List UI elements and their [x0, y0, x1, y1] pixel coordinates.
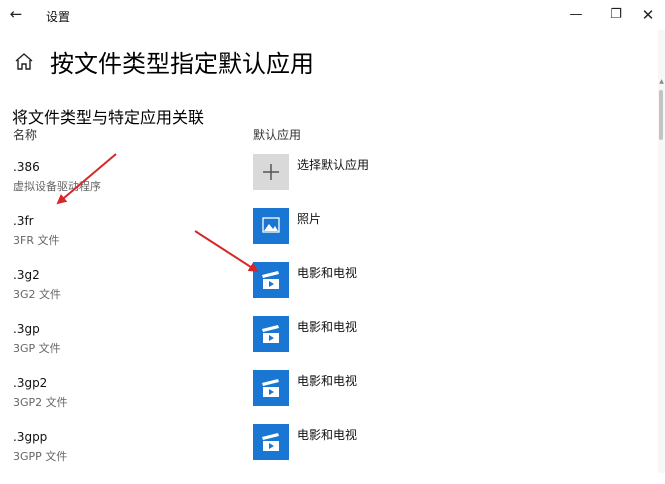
default-app-button[interactable]: 照片	[253, 208, 553, 248]
window-title: 设置	[46, 10, 71, 24]
default-app-button[interactable]: 电影和电视	[253, 316, 553, 356]
home-icon[interactable]	[14, 52, 34, 72]
list-item: .3fr 3FR 文件 照片	[0, 208, 640, 268]
default-app-button[interactable]: 电影和电视	[253, 262, 553, 302]
file-description: 虚拟设备驱动程序	[13, 180, 101, 193]
app-label: 电影和电视	[297, 428, 358, 442]
minimize-button[interactable]: —	[554, 0, 598, 30]
app-label: 电影和电视	[297, 266, 358, 280]
app-label: 电影和电视	[297, 320, 358, 334]
scrollbar[interactable]: ▲	[658, 30, 665, 473]
scroll-up-icon[interactable]: ▲	[658, 78, 665, 86]
list-item: .386 虚拟设备驱动程序 选择默认应用	[0, 154, 640, 214]
list-item: .3gp2 3GP2 文件 电影和电视	[0, 370, 640, 430]
close-button[interactable]: ✕	[626, 0, 665, 30]
choose-default-app-button[interactable]: 选择默认应用	[253, 154, 553, 194]
title-bar: ← 设置 — ❐ ✕	[0, 0, 665, 30]
movies-tv-icon	[253, 316, 289, 352]
app-label: 选择默认应用	[297, 158, 370, 172]
file-description: 3GP2 文件	[13, 396, 68, 409]
movies-tv-icon	[253, 424, 289, 460]
file-description: 3GPP 文件	[13, 450, 68, 463]
plus-icon	[253, 154, 289, 190]
app-label: 照片	[297, 212, 322, 226]
list-item: .3gp 3GP 文件 电影和电视	[0, 316, 640, 376]
file-description: 3FR 文件	[13, 234, 60, 247]
photos-icon	[253, 208, 289, 244]
list-item: .3g2 3G2 文件 电影和电视	[0, 262, 640, 322]
scrollbar-thumb[interactable]	[659, 90, 663, 140]
column-header-default-app: 默认应用	[253, 128, 302, 142]
file-extension: .3gp	[13, 322, 40, 336]
default-app-button[interactable]: 电影和电视	[253, 424, 553, 464]
back-button[interactable]: ←	[6, 2, 26, 26]
section-title: 将文件类型与特定应用关联	[12, 108, 205, 127]
movies-tv-icon	[253, 262, 289, 298]
list-item: .3gpp 3GPP 文件 电影和电视	[0, 424, 640, 484]
column-header-name: 名称	[13, 128, 38, 142]
file-extension: .3fr	[13, 214, 34, 228]
file-description: 3G2 文件	[13, 288, 62, 301]
page-title: 按文件类型指定默认应用	[50, 50, 314, 78]
file-extension: .3g2	[13, 268, 40, 282]
movies-tv-icon	[253, 370, 289, 406]
app-label: 电影和电视	[297, 374, 358, 388]
file-extension: .3gpp	[13, 430, 48, 444]
file-description: 3GP 文件	[13, 342, 61, 355]
default-app-button[interactable]: 电影和电视	[253, 370, 553, 410]
file-extension: .3gp2	[13, 376, 48, 390]
file-extension: .386	[13, 160, 40, 174]
